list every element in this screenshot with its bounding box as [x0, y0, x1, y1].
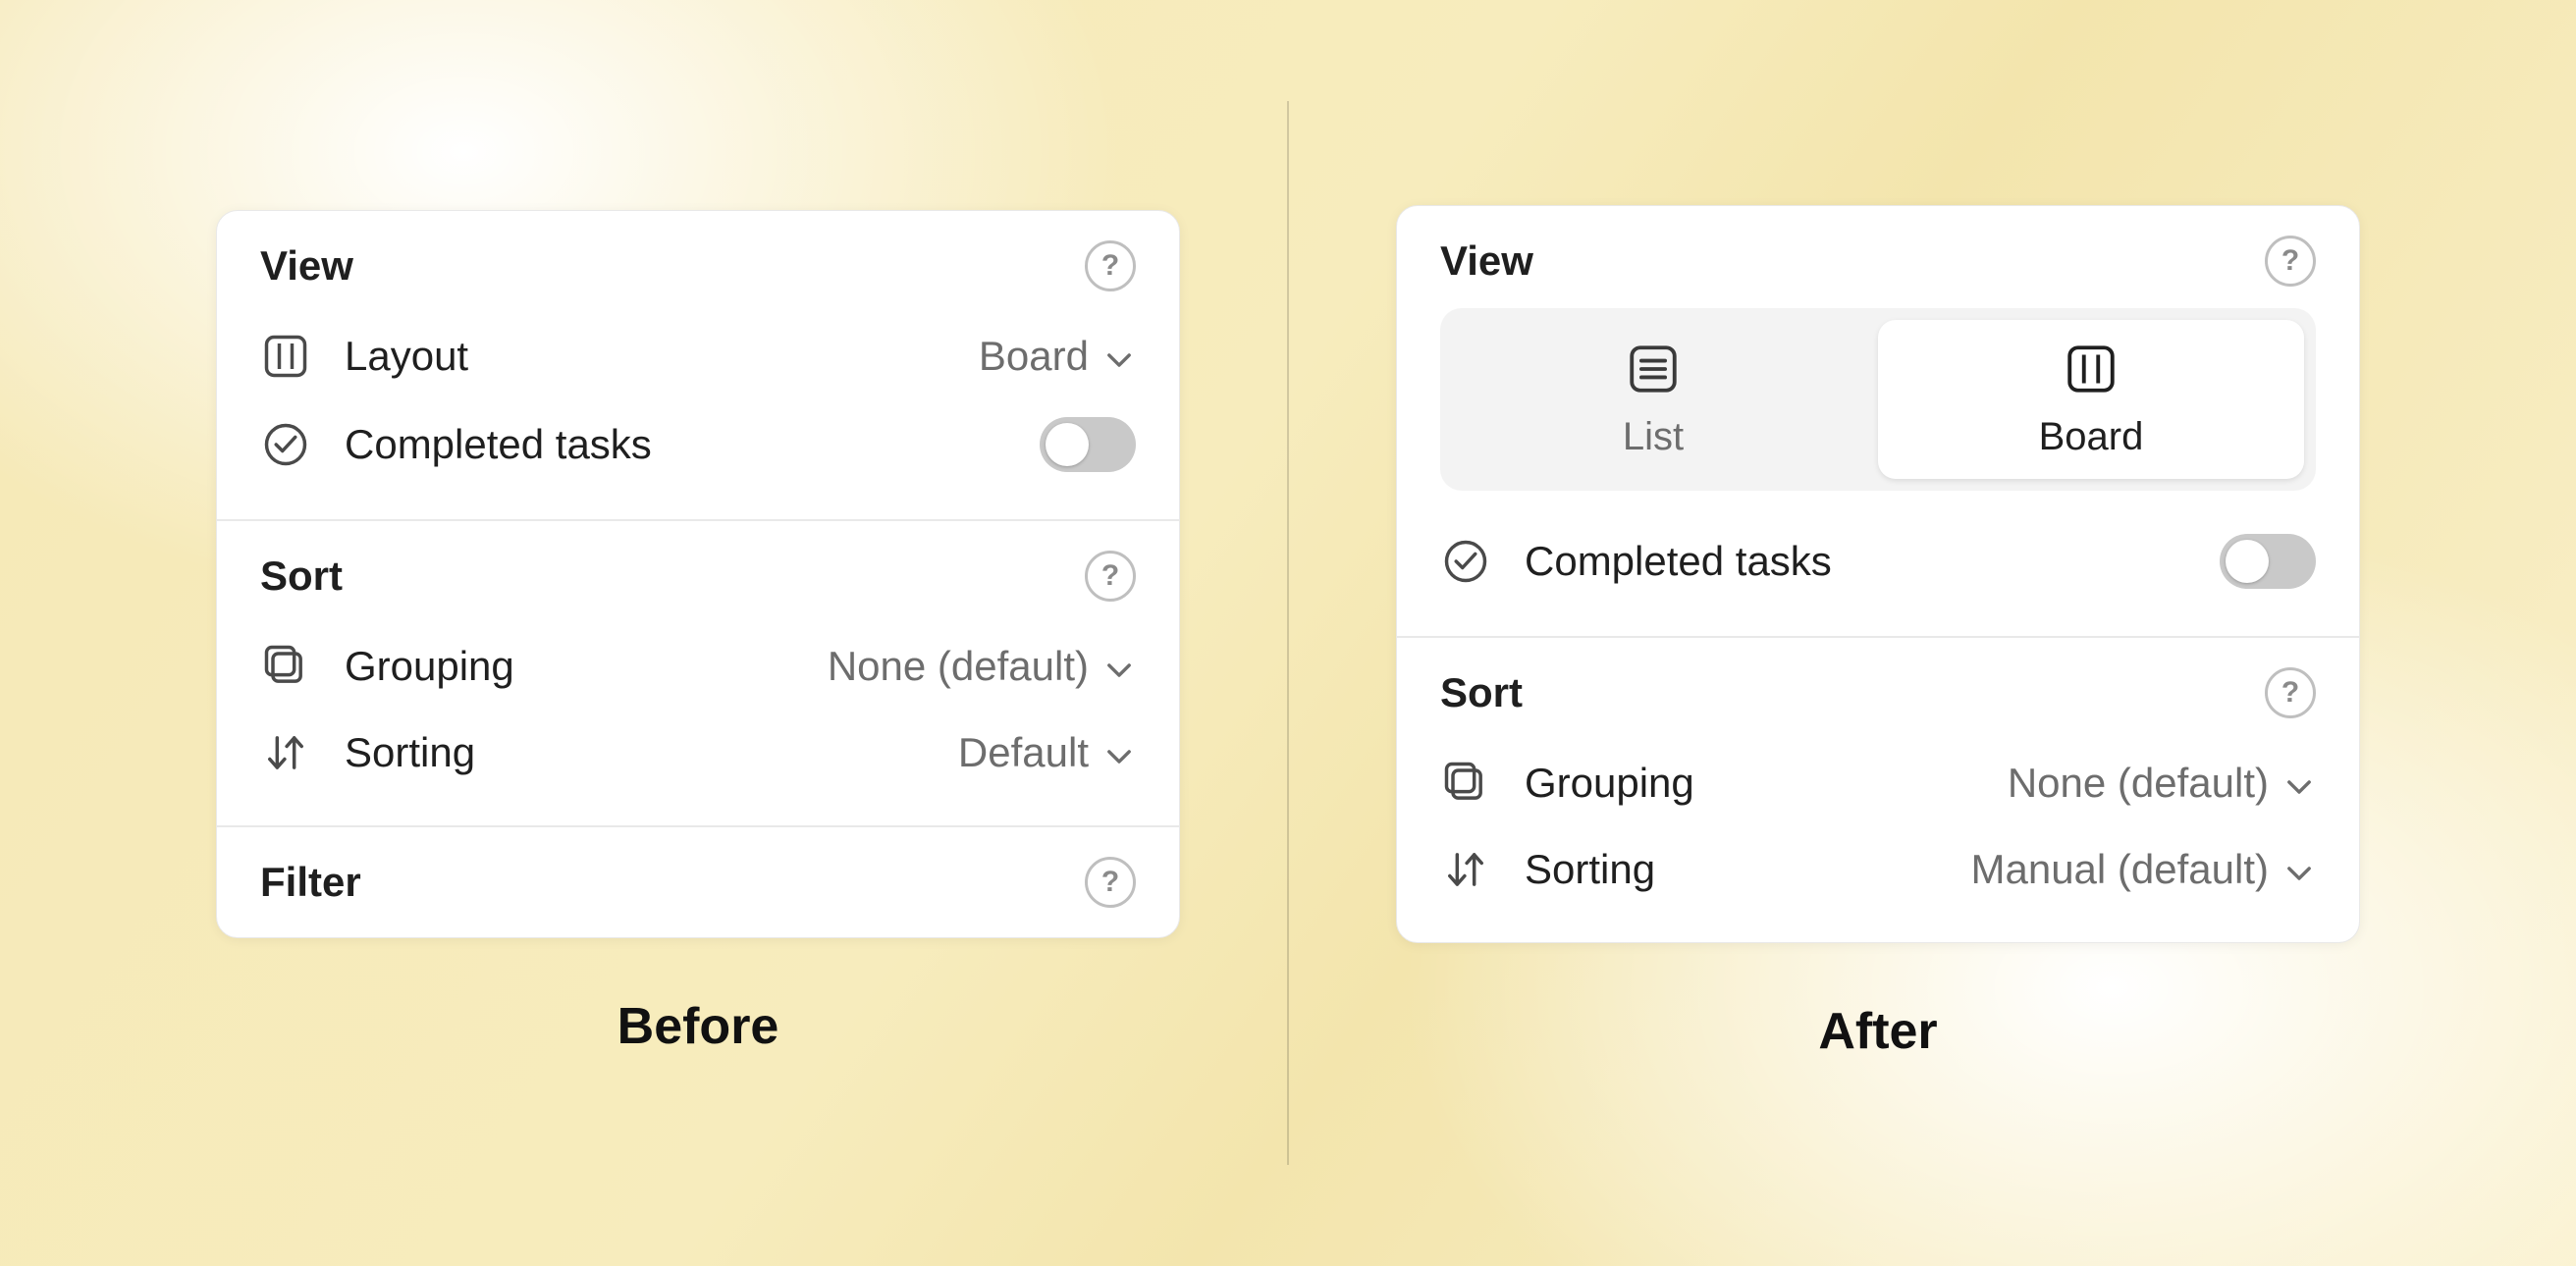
sort-section-title: Sort — [1440, 669, 1523, 716]
layout-option-board[interactable]: Board — [1878, 320, 2304, 479]
before-column: View ? Layout Board — [216, 210, 1180, 1056]
after-caption: After — [1818, 1002, 1937, 1061]
sorting-label: Sorting — [1525, 846, 1655, 893]
filter-section-title: Filter — [260, 859, 361, 906]
grouping-label: Grouping — [1525, 760, 1694, 807]
chevron-down-icon — [2282, 766, 2316, 800]
grouping-label: Grouping — [345, 643, 514, 690]
before-caption: Before — [617, 997, 779, 1056]
after-panel: View ? List Board — [1396, 205, 2360, 943]
grouping-icon — [260, 641, 311, 692]
filter-section: Filter ? — [217, 825, 1179, 937]
sorting-arrows-icon — [260, 727, 311, 778]
sorting-label: Sorting — [345, 729, 475, 776]
grouping-row[interactable]: Grouping None (default) — [260, 623, 1136, 710]
layout-segmented-control: List Board — [1440, 308, 2316, 491]
board-columns-icon — [2063, 341, 2120, 397]
completed-tasks-toggle[interactable] — [2220, 534, 2316, 589]
completed-tasks-label: Completed tasks — [1525, 538, 1832, 585]
view-section-title: View — [260, 242, 353, 290]
sorting-value-dropdown[interactable]: Manual (default) — [1971, 846, 2317, 893]
help-icon[interactable]: ? — [2265, 667, 2316, 718]
sorting-value: Default — [958, 729, 1089, 776]
layout-label: Layout — [345, 333, 468, 380]
sorting-row[interactable]: Sorting Manual (default) — [1440, 826, 2316, 913]
layout-option-board-label: Board — [2039, 415, 2144, 459]
grouping-row[interactable]: Grouping None (default) — [1440, 740, 2316, 826]
completed-tasks-toggle[interactable] — [1040, 417, 1136, 472]
sorting-arrows-icon — [1440, 844, 1491, 895]
layout-option-list-label: List — [1623, 415, 1684, 459]
after-column: View ? List Board — [1396, 205, 2360, 1061]
sort-section: Sort ? Grouping None (default) — [217, 519, 1179, 825]
check-circle-icon — [1440, 536, 1491, 587]
grouping-value: None (default) — [2008, 760, 2269, 807]
grouping-value-dropdown[interactable]: None (default) — [828, 643, 1136, 690]
grouping-value: None (default) — [828, 643, 1089, 690]
grouping-icon — [1440, 758, 1491, 809]
chevron-down-icon — [2282, 853, 2316, 886]
check-circle-icon — [260, 419, 311, 470]
board-columns-icon — [260, 331, 311, 382]
chevron-down-icon — [1102, 736, 1136, 769]
help-icon[interactable]: ? — [1085, 551, 1136, 602]
grouping-value-dropdown[interactable]: None (default) — [2008, 760, 2316, 807]
view-section-title: View — [1440, 237, 1533, 285]
layout-value: Board — [979, 333, 1089, 380]
completed-tasks-label: Completed tasks — [345, 421, 652, 468]
help-icon[interactable]: ? — [2265, 236, 2316, 287]
sort-section-title: Sort — [260, 553, 343, 600]
layout-option-list[interactable]: List — [1440, 308, 1866, 491]
help-icon[interactable]: ? — [1085, 240, 1136, 291]
chevron-down-icon — [1102, 340, 1136, 373]
view-section: View ? List Board — [1397, 206, 2359, 636]
completed-tasks-row: Completed tasks — [260, 399, 1136, 490]
sort-section: Sort ? Grouping None (default) — [1397, 636, 2359, 942]
chevron-down-icon — [1102, 650, 1136, 683]
layout-row[interactable]: Layout Board — [260, 313, 1136, 399]
view-section: View ? Layout Board — [217, 211, 1179, 519]
before-panel: View ? Layout Board — [216, 210, 1180, 938]
list-icon — [1625, 341, 1682, 397]
sorting-row[interactable]: Sorting Default — [260, 710, 1136, 796]
sorting-value-dropdown[interactable]: Default — [958, 729, 1136, 776]
sorting-value: Manual (default) — [1971, 846, 2270, 893]
help-icon[interactable]: ? — [1085, 857, 1136, 908]
completed-tasks-row: Completed tasks — [1440, 516, 2316, 607]
layout-value-dropdown[interactable]: Board — [979, 333, 1136, 380]
